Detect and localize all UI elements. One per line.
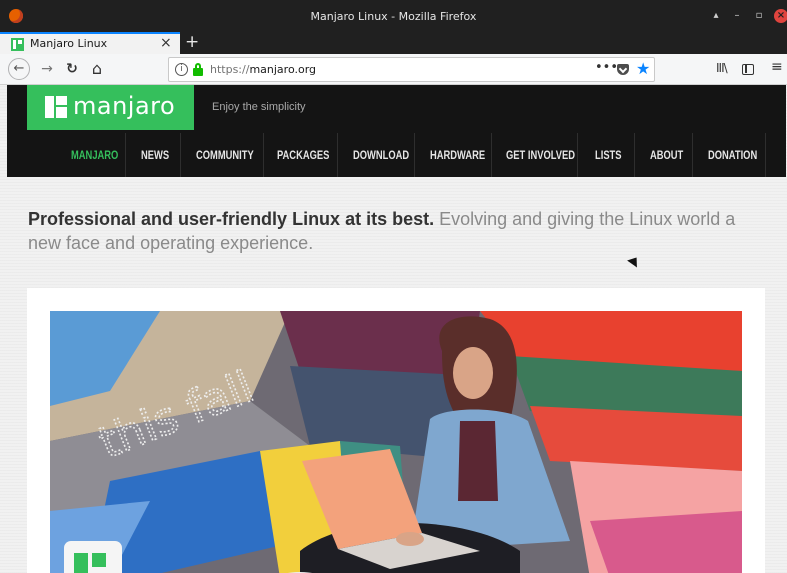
pocket-icon[interactable] — [617, 64, 629, 75]
url-host: manjaro.org — [249, 63, 317, 76]
tab-label: Manjaro Linux — [30, 37, 108, 50]
nav-item-community[interactable]: COMMUNITY — [196, 133, 254, 177]
url-text[interactable]: https://manjaro.org — [210, 63, 316, 76]
url-scheme: https:// — [210, 63, 250, 76]
sidebar-toggle-icon[interactable] — [742, 64, 754, 75]
new-tab-button[interactable]: + — [185, 31, 199, 53]
forward-button[interactable]: → — [36, 58, 58, 80]
window-titlebar: Manjaro Linux - Mozilla Firefox ▴ – ▫ × — [0, 0, 787, 32]
home-button[interactable]: ⌂ — [86, 58, 108, 80]
intro-bold: Professional and user-friendly Linux at … — [28, 209, 435, 229]
library-icon[interactable]: III\ — [716, 61, 728, 75]
window-title: Manjaro Linux - Mozilla Firefox — [310, 10, 477, 23]
minimize-icon[interactable]: – — [730, 9, 744, 23]
manjaro-logo-mark-icon — [45, 96, 67, 118]
nav-item-manjaro[interactable]: MANJARO — [71, 133, 118, 177]
nav-item-packages[interactable]: PACKAGES — [277, 133, 329, 177]
nav-item-donation[interactable]: DONATION — [708, 133, 757, 177]
nav-item-about[interactable]: ABOUT — [650, 133, 683, 177]
mouse-cursor-icon — [627, 254, 642, 268]
hero-image: this fall — [50, 311, 742, 573]
nav-item-download[interactable]: DOWNLOAD — [353, 133, 409, 177]
nav-item-hardware[interactable]: HARDWARE — [430, 133, 485, 177]
nav-item-news[interactable]: NEWS — [141, 133, 169, 177]
site-info-icon[interactable]: i — [175, 63, 188, 76]
logo-text: manjaro — [73, 92, 176, 120]
hamburger-menu-icon[interactable]: ≡ — [771, 59, 783, 75]
tab-strip: Manjaro Linux × + — [0, 32, 787, 54]
manjaro-logo[interactable]: manjaro — [27, 85, 194, 130]
tab-close-icon[interactable]: × — [160, 34, 172, 52]
lock-icon[interactable] — [193, 63, 203, 76]
hero-card: this fall — [27, 288, 765, 573]
back-button[interactable]: ← — [8, 58, 30, 80]
nav-toolbar: ← → ↻ ⌂ i https://manjaro.org ••• ★ III\… — [0, 54, 787, 85]
hero-illustration: this fall — [50, 311, 742, 573]
bookmark-star-icon[interactable]: ★ — [636, 59, 650, 79]
nav-item-lists[interactable]: LISTS — [595, 133, 622, 177]
nav-item-get-involved[interactable]: GET INVOLVED — [506, 133, 575, 177]
tab-manjaro-linux[interactable]: Manjaro Linux × — [0, 32, 180, 54]
url-bar[interactable]: i https://manjaro.org ••• ★ — [168, 57, 655, 82]
reload-button[interactable]: ↻ — [61, 58, 83, 80]
webpage: manjaro Enjoy the simplicity MANJARO NEW… — [0, 85, 787, 573]
intro-text: Professional and user-friendly Linux at … — [28, 207, 768, 255]
manjaro-favicon-icon — [11, 38, 24, 51]
window-close-icon[interactable]: × — [774, 9, 787, 23]
site-header: manjaro Enjoy the simplicity MANJARO NEW… — [7, 85, 786, 177]
site-tagline: Enjoy the simplicity — [212, 101, 306, 113]
restore-icon[interactable]: ▴ — [709, 9, 723, 23]
page-actions-more-icon[interactable]: ••• — [595, 60, 618, 75]
maximize-icon[interactable]: ▫ — [752, 9, 766, 23]
